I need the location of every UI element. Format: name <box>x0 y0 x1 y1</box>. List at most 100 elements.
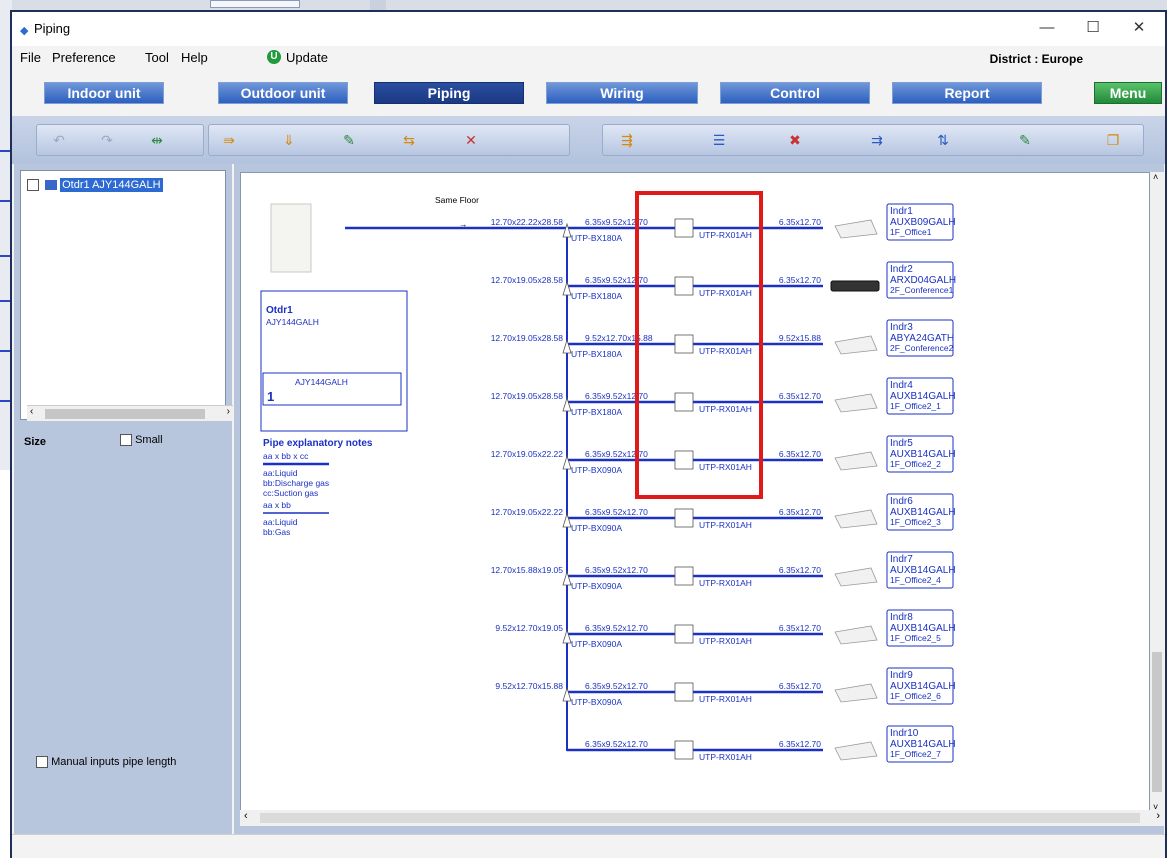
branch-kit-icon[interactable] <box>562 686 572 702</box>
indoor-unit-icon[interactable] <box>834 567 878 587</box>
diagram-horizontal-scrollbar[interactable]: ‹ › <box>240 810 1164 826</box>
rx-kit-icon[interactable] <box>674 624 694 644</box>
outdoor-unit-icon[interactable] <box>270 203 312 273</box>
pencil-icon[interactable]: ✎ <box>1015 130 1035 150</box>
tab-outdoor-unit[interactable]: Outdoor unit <box>218 82 348 104</box>
tab-indoor-unit[interactable]: Indoor unit <box>44 82 164 104</box>
indoor-unit-icon[interactable] <box>834 625 878 645</box>
menu-file[interactable]: File <box>20 50 41 65</box>
copy-icon[interactable]: ❐ <box>1103 130 1123 150</box>
arrow-up-down-icon[interactable]: ⇅ <box>933 130 953 150</box>
delete-list-icon[interactable]: ✖ <box>785 130 805 150</box>
tree-item-checkbox[interactable] <box>27 179 39 192</box>
indoor-pipe-size: 6.35x12.70 <box>779 681 821 691</box>
piping-diagram[interactable]: Same Floor → Otdr1 AJY144GALH AJY144GALH… <box>240 172 1150 812</box>
swap-icon[interactable]: ⇆ <box>399 130 419 150</box>
indoor-unit-icon[interactable] <box>830 280 880 292</box>
branch-kit-icon[interactable] <box>562 628 572 644</box>
indoor-unit-icon[interactable] <box>834 741 878 761</box>
indoor-unit-icon[interactable] <box>834 335 878 355</box>
rx-kit-icon[interactable] <box>674 682 694 702</box>
branch-pipe-size: 6.35x9.52x12.70 <box>585 507 648 517</box>
background-tab <box>210 0 300 8</box>
rx-kit-icon[interactable] <box>674 450 694 470</box>
rx-kit-icon[interactable] <box>674 334 694 354</box>
rx-kit-icon[interactable] <box>674 218 694 238</box>
main-pipe-size: 12.70x19.05x22.22 <box>491 507 564 517</box>
rx-kit-label: UTP-RX01AH <box>699 578 752 588</box>
scroll-thumb[interactable] <box>260 813 1140 823</box>
branch-kit-icon[interactable] <box>562 222 572 238</box>
tab-report[interactable]: Report <box>892 82 1042 104</box>
menu-help[interactable]: Help <box>181 50 208 65</box>
scroll-right-icon[interactable]: › <box>1156 810 1160 822</box>
scroll-up-icon[interactable]: ˄ <box>1153 172 1158 182</box>
indoor-unit-name: Indr4 <box>890 380 913 391</box>
close-button[interactable]: ✕ <box>1117 16 1161 40</box>
indoor-unit-room: 1F_Office2_3 <box>890 517 941 527</box>
notes-format1: aa x bb x cc <box>263 451 309 461</box>
branch-kit-icon[interactable] <box>562 512 572 528</box>
minimize-button[interactable]: — <box>1025 16 1069 40</box>
rx-kit-icon[interactable] <box>674 276 694 296</box>
indoor-pipe-size: 9.52x15.88 <box>779 333 821 343</box>
auto-piping-icon[interactable]: ⇹ <box>147 130 167 150</box>
diagram-vertical-scrollbar[interactable]: ˄ ˅ <box>1150 172 1164 812</box>
tab-wiring[interactable]: Wiring <box>546 82 698 104</box>
branch-kit-label: UTP-BX090A <box>571 697 622 707</box>
menu-update[interactable]: Update <box>286 50 328 65</box>
indoor-pipe-size: 6.35x12.70 <box>779 623 821 633</box>
main-pipe-size: 12.70x19.05x22.22 <box>491 449 564 459</box>
branch-kit-icon[interactable] <box>562 570 572 586</box>
update-icon[interactable]: U <box>267 50 281 64</box>
indoor-unit-name: Indr3 <box>890 322 913 333</box>
scroll-left-icon[interactable]: ‹ <box>30 406 33 417</box>
piping-window: ◆ Piping — ☐ ✕ File Preference Tool Help… <box>10 10 1167 858</box>
scroll-right-icon[interactable]: › <box>227 406 230 417</box>
indoor-unit-icon[interactable] <box>834 683 878 703</box>
rx-kit-icon[interactable] <box>674 740 694 760</box>
rx-kit-icon[interactable] <box>674 566 694 586</box>
align-down-icon[interactable]: ⇓ <box>279 130 299 150</box>
branch-kit-icon[interactable] <box>562 338 572 354</box>
menu-preference[interactable]: Preference <box>52 50 116 65</box>
indoor-unit-icon[interactable] <box>834 393 878 413</box>
indoor-unit-icon[interactable] <box>834 219 878 239</box>
branch-kit-icon[interactable] <box>562 280 572 296</box>
list-icon[interactable]: ☰ <box>709 130 729 150</box>
move-icon[interactable]: ⇉ <box>867 130 887 150</box>
small-option[interactable]: Small <box>120 434 163 447</box>
branch-kit-label: UTP-BX090A <box>571 639 622 649</box>
indoor-unit-name: Indr1 <box>890 206 913 217</box>
redo-icon[interactable]: ↷ <box>97 130 117 150</box>
manual-input-checkbox[interactable] <box>36 756 48 769</box>
edit-pipe-icon[interactable]: ✎ <box>339 130 359 150</box>
rx-kit-icon[interactable] <box>674 392 694 412</box>
indoor-unit-icon[interactable] <box>834 451 878 471</box>
main-pipe-size: 12.70x19.05x28.58 <box>491 391 564 401</box>
branch-kit-icon[interactable] <box>562 396 572 412</box>
maximize-button[interactable]: ☐ <box>1071 16 1115 40</box>
align-right-icon[interactable]: ⇛ <box>219 130 239 150</box>
branch-kit-label: UTP-BX180A <box>571 349 622 359</box>
tree-item[interactable]: Otdr1 AJY144GALH <box>27 178 163 195</box>
add-branch-icon[interactable]: ⇶ <box>617 130 637 150</box>
tree-horizontal-scrollbar[interactable]: ‹ › <box>27 405 233 421</box>
indoor-pipe-size: 6.35x12.70 <box>779 391 821 401</box>
rx-kit-icon[interactable] <box>674 508 694 528</box>
undo-icon[interactable]: ↶ <box>49 130 69 150</box>
scroll-left-icon[interactable]: ‹ <box>244 810 248 822</box>
branch-kit-label: UTP-BX180A <box>571 291 622 301</box>
tab-menu[interactable]: Menu <box>1094 82 1162 104</box>
small-checkbox[interactable] <box>120 434 132 447</box>
menu-tool[interactable]: Tool <box>145 50 169 65</box>
tab-control[interactable]: Control <box>720 82 870 104</box>
manual-input-option[interactable]: Manual inputs pipe length <box>36 756 176 769</box>
small-label: Small <box>135 434 163 446</box>
remove-branch-icon[interactable]: ✕ <box>461 130 481 150</box>
branch-kit-icon[interactable] <box>562 454 572 470</box>
scroll-thumb[interactable] <box>45 409 205 419</box>
scroll-thumb[interactable] <box>1152 652 1162 792</box>
indoor-unit-icon[interactable] <box>834 509 878 529</box>
tab-piping[interactable]: Piping <box>374 82 524 104</box>
